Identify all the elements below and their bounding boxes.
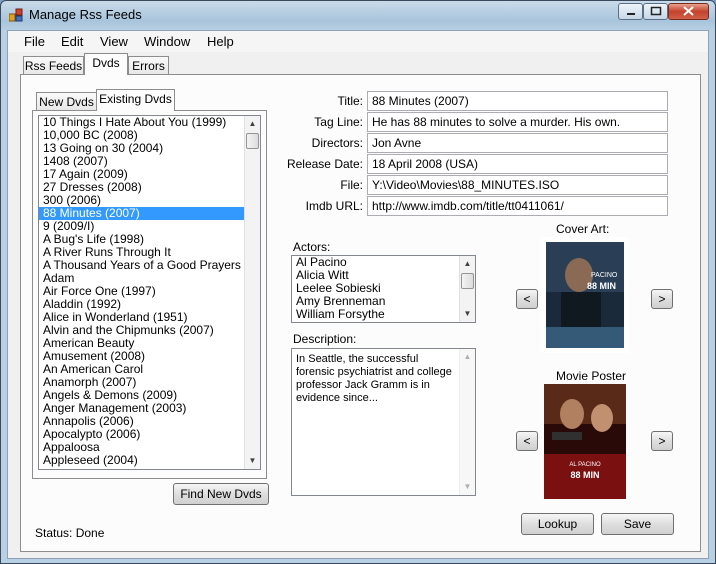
release-date-field[interactable]: 18 April 2008 (USA) bbox=[367, 154, 668, 174]
close-button[interactable] bbox=[668, 3, 709, 20]
dvd-list-scrollbar[interactable]: ▲ ▼ bbox=[244, 116, 260, 469]
minimize-button[interactable] bbox=[618, 3, 643, 20]
cover-art-label: Cover Art: bbox=[556, 222, 610, 236]
dvd-list-item[interactable]: Appleseed (2004) bbox=[39, 454, 260, 467]
dvd-listbox[interactable]: 10 Things I Hate About You (1999) 10,000 … bbox=[38, 115, 261, 470]
cover-art-prev-button[interactable]: < bbox=[516, 289, 538, 309]
title-label: Title: bbox=[337, 94, 363, 108]
movie-poster-label: Movie Poster bbox=[556, 369, 627, 383]
menu-edit[interactable]: Edit bbox=[61, 34, 83, 49]
imdb-url-field[interactable]: http://www.imdb.com/title/tt0411061/ bbox=[367, 196, 668, 216]
tab-existing-dvds[interactable]: Existing Dvds bbox=[96, 89, 175, 111]
menu-view[interactable]: View bbox=[100, 34, 128, 49]
scroll-up-icon[interactable]: ▲ bbox=[245, 116, 260, 132]
find-new-dvds-button[interactable]: Find New Dvds bbox=[173, 483, 269, 505]
title-field[interactable]: 88 Minutes (2007) bbox=[367, 91, 668, 111]
actors-scroll-thumb[interactable] bbox=[461, 273, 474, 289]
release-date-label: Release Date: bbox=[286, 157, 363, 171]
description-textarea[interactable]: In Seattle, the successful forensic psyc… bbox=[291, 348, 476, 496]
tab-dvds[interactable]: Dvds bbox=[84, 53, 128, 75]
close-icon bbox=[683, 6, 694, 16]
directors-label: Directors: bbox=[311, 136, 363, 150]
app-window: Manage Rss Feeds File Edit View Window H… bbox=[0, 0, 716, 564]
actors-listbox[interactable]: Al Pacino Alicia Witt Leelee Sobieski Amy B… bbox=[291, 255, 476, 323]
file-field[interactable]: Y:\Video\Movies\88_MINUTES.ISO bbox=[367, 175, 668, 195]
tab-new-dvds[interactable]: New Dvds bbox=[36, 92, 97, 111]
cover-art-image: PACINO 88 MIN bbox=[541, 237, 629, 353]
existing-dvds-panel: 10 Things I Hate About You (1999) 10,000 … bbox=[32, 110, 267, 479]
menu-file[interactable]: File bbox=[24, 34, 45, 49]
actor-list-items: Al Pacino Alicia Witt Leelee Sobieski Amy B… bbox=[292, 256, 475, 321]
tagline-label: Tag Line: bbox=[314, 115, 363, 129]
maximize-icon bbox=[650, 6, 662, 16]
save-button[interactable]: Save bbox=[601, 513, 674, 535]
movie-poster-image: AL PACINO 88 MIN bbox=[544, 384, 626, 499]
client-area: File Edit View Window Help Rss Feeds Dvd… bbox=[7, 30, 709, 559]
menu-window[interactable]: Window bbox=[144, 34, 190, 49]
description-label: Description: bbox=[293, 332, 357, 346]
window-title: Manage Rss Feeds bbox=[29, 7, 142, 22]
description-text: In Seattle, the successful forensic psyc… bbox=[296, 353, 452, 404]
svg-text:AL PACINO: AL PACINO bbox=[569, 462, 601, 468]
title-bar[interactable]: Manage Rss Feeds bbox=[1, 1, 715, 29]
description-scrollbar[interactable]: ▲ ▼ bbox=[459, 349, 475, 495]
tab-errors[interactable]: Errors bbox=[128, 56, 169, 75]
cover-art-next-button[interactable]: > bbox=[651, 289, 673, 309]
tagline-field[interactable]: He has 88 minutes to solve a murder. His… bbox=[367, 112, 668, 132]
actors-scroll-up-icon[interactable]: ▲ bbox=[460, 256, 475, 272]
status-text: Status: Done bbox=[35, 526, 105, 540]
actor-list-item[interactable]: William Forsythe bbox=[292, 308, 475, 321]
directors-field[interactable]: Jon Avne bbox=[367, 133, 668, 153]
svg-text:88 MIN: 88 MIN bbox=[570, 470, 599, 480]
maximize-button[interactable] bbox=[643, 3, 668, 20]
description-scroll-up-icon[interactable]: ▲ bbox=[460, 349, 475, 365]
dvds-tab-panel: New Dvds Existing Dvds 10 Things I Hate … bbox=[20, 74, 701, 552]
svg-text:88 MIN: 88 MIN bbox=[587, 281, 616, 291]
imdb-url-label: Imdb URL: bbox=[305, 199, 363, 213]
menu-bar: File Edit View Window Help bbox=[8, 31, 708, 52]
poster-prev-button[interactable]: < bbox=[516, 431, 538, 451]
actors-label: Actors: bbox=[293, 240, 331, 254]
dvd-list-items: 10 Things I Hate About You (1999) 10,000 … bbox=[39, 116, 260, 467]
file-label: File: bbox=[340, 178, 363, 192]
lookup-button[interactable]: Lookup bbox=[521, 513, 594, 535]
svg-text:PACINO: PACINO bbox=[591, 272, 618, 279]
description-scroll-down-icon[interactable]: ▼ bbox=[460, 479, 475, 495]
app-icon bbox=[9, 8, 23, 22]
actors-scroll-down-icon[interactable]: ▼ bbox=[460, 306, 475, 322]
poster-next-button[interactable]: > bbox=[651, 431, 673, 451]
actors-scrollbar[interactable]: ▲ ▼ bbox=[459, 256, 475, 322]
scroll-thumb[interactable] bbox=[246, 133, 259, 149]
scroll-down-icon[interactable]: ▼ bbox=[245, 453, 260, 469]
tab-rss-feeds[interactable]: Rss Feeds bbox=[23, 56, 84, 75]
menu-help[interactable]: Help bbox=[207, 34, 234, 49]
minimize-icon bbox=[627, 13, 635, 15]
